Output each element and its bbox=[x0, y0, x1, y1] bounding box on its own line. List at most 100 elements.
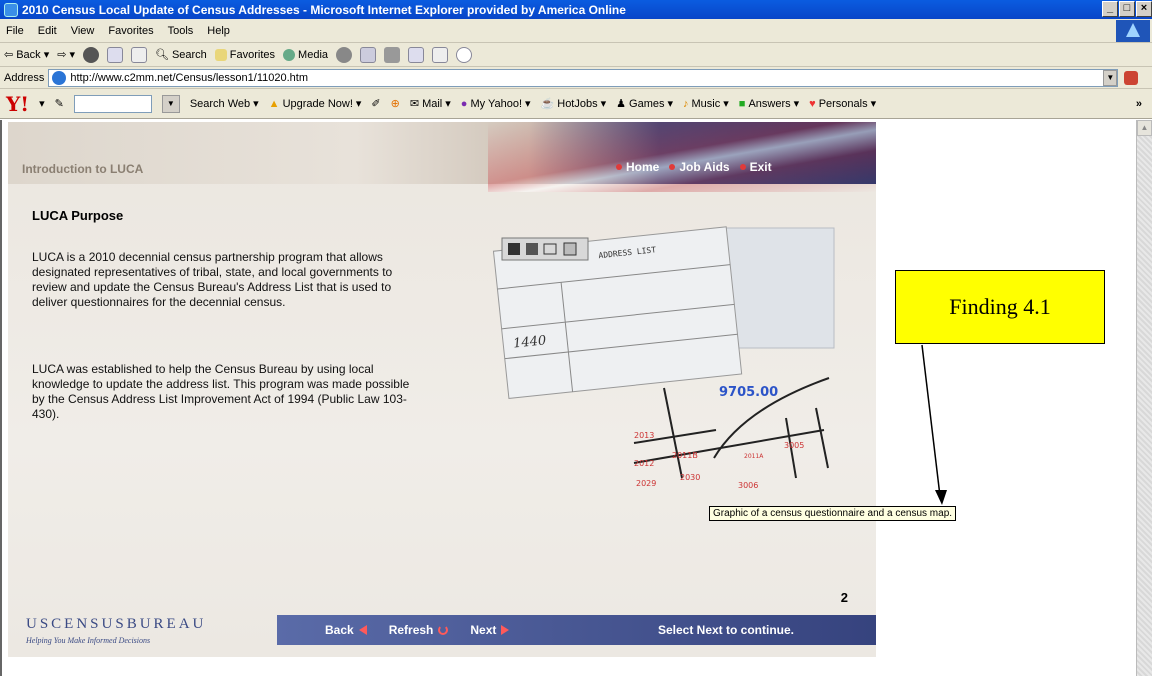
star-folder-icon bbox=[214, 48, 227, 61]
favorites-button[interactable]: Favorites bbox=[214, 48, 276, 61]
search-label: Search bbox=[171, 48, 207, 61]
home-link[interactable]: Home bbox=[616, 160, 659, 174]
back-arrow-icon: ⇦ bbox=[4, 49, 14, 61]
address-dropdown-button[interactable]: ▼ bbox=[1103, 69, 1118, 86]
games-icon: ♟ bbox=[616, 98, 627, 110]
chevron-down-icon[interactable]: ▾ bbox=[39, 97, 45, 110]
back-button[interactable]: ⇦ Back ▾ bbox=[4, 48, 49, 62]
chevron-down-icon: ▾ bbox=[69, 49, 75, 61]
close-button[interactable]: × bbox=[1136, 1, 1152, 17]
refresh-icon[interactable] bbox=[106, 46, 123, 63]
heart-icon: ♥ bbox=[809, 97, 816, 110]
bullet-icon bbox=[739, 164, 746, 170]
menu-edit[interactable]: Edit bbox=[38, 25, 57, 37]
aol-icon[interactable] bbox=[1124, 70, 1139, 85]
messenger-icon[interactable] bbox=[456, 46, 473, 63]
bullet-icon bbox=[669, 164, 676, 170]
menu-view[interactable]: View bbox=[71, 25, 95, 37]
search-web-button[interactable]: Search Web ▾ bbox=[189, 97, 259, 111]
job-aids-link[interactable]: Job Aids bbox=[669, 160, 730, 174]
mail-icon: ✉ bbox=[409, 98, 420, 110]
music-label: Music bbox=[691, 97, 721, 110]
luca-course-frame: Introduction to LUCA Home Job Aids Exit … bbox=[8, 122, 876, 657]
continue-hint: Select Next to continue. bbox=[657, 623, 794, 637]
mail-icon[interactable] bbox=[360, 46, 377, 63]
map-label-2030: 2030 bbox=[680, 473, 700, 482]
chevron-down-icon: ▾ bbox=[525, 98, 531, 110]
page-heading: LUCA Purpose bbox=[32, 208, 124, 223]
finding-callout: Finding 4.1 bbox=[895, 270, 1105, 344]
maximize-button[interactable]: □ bbox=[1119, 1, 1135, 17]
media-icon bbox=[283, 48, 296, 61]
forward-button[interactable]: ⇨ ▾ bbox=[57, 48, 75, 61]
my-yahoo-label: My Yahoo! bbox=[470, 97, 523, 110]
menu-file[interactable]: File bbox=[6, 25, 24, 37]
personals-label: Personals bbox=[818, 97, 868, 110]
back-arrow-icon bbox=[358, 625, 367, 635]
pencil-icon[interactable]: ✎ bbox=[55, 97, 64, 110]
vertical-scrollbar[interactable]: ▲ bbox=[1136, 120, 1152, 676]
map-label-2013: 2013 bbox=[634, 431, 654, 440]
bullet-icon bbox=[616, 164, 622, 170]
history-icon[interactable] bbox=[336, 46, 353, 63]
chevron-down-icon: ▾ bbox=[355, 98, 362, 110]
image-icon[interactable] bbox=[563, 242, 577, 256]
tract-number: 9705.00 bbox=[719, 385, 778, 400]
exit-link[interactable]: Exit bbox=[739, 160, 772, 174]
next-label: Next bbox=[470, 623, 497, 637]
upgrade-button[interactable]: ▲ Upgrade Now! ▾ bbox=[268, 97, 362, 111]
menu-tools[interactable]: Tools bbox=[168, 25, 194, 37]
map-label-2012: 2012 bbox=[634, 459, 654, 468]
scroll-up-button[interactable]: ▲ bbox=[1137, 120, 1152, 136]
games-label: Games bbox=[629, 97, 665, 110]
address-input[interactable]: http://www.c2mm.net/Census/lesson1/11020… bbox=[48, 68, 1119, 87]
favorites-label: Favorites bbox=[229, 48, 276, 61]
home-icon[interactable] bbox=[130, 46, 147, 63]
save-icon[interactable] bbox=[508, 243, 520, 255]
highlight-icon[interactable]: ✐ bbox=[371, 97, 380, 110]
crosshair-icon[interactable]: ⊕ bbox=[391, 97, 400, 110]
graphic-tooltip: Graphic of a census questionnaire and a … bbox=[709, 506, 957, 521]
print-icon[interactable] bbox=[384, 46, 401, 63]
yahoo-search-input[interactable] bbox=[73, 94, 152, 113]
refresh-icon bbox=[438, 625, 449, 635]
answers-button[interactable]: ■ Answers ▾ bbox=[739, 97, 800, 111]
search-button[interactable]: 🔍︎ Search bbox=[155, 48, 207, 62]
job-aids-label: Job Aids bbox=[679, 160, 730, 174]
hotjobs-button[interactable]: ☕ HotJobs ▾ bbox=[541, 97, 607, 111]
back-button[interactable]: Back bbox=[325, 623, 367, 637]
course-footer-nav: Back Refresh Next Select Next to continu… bbox=[277, 615, 876, 645]
refresh-button[interactable]: Refresh bbox=[389, 623, 449, 637]
games-button[interactable]: ♟ Games ▾ bbox=[616, 97, 673, 111]
discuss-icon[interactable] bbox=[432, 46, 449, 63]
census-bureau-logo: USCENSUSBUREAU bbox=[26, 616, 207, 632]
chevron-down-icon: ▾ bbox=[600, 98, 607, 110]
page-icon bbox=[52, 70, 67, 85]
course-title: Introduction to LUCA bbox=[22, 162, 144, 176]
address-url: http://www.c2mm.net/Census/lesson1/11020… bbox=[70, 71, 308, 84]
paragraph-purpose: LUCA is a 2010 decennial census partners… bbox=[32, 250, 393, 309]
media-button[interactable]: Media bbox=[283, 48, 329, 61]
chevron-down-icon: ▾ bbox=[793, 98, 800, 110]
menu-help[interactable]: Help bbox=[207, 25, 230, 37]
media-label: Media bbox=[298, 48, 329, 61]
edit-icon[interactable] bbox=[408, 46, 425, 63]
personals-button[interactable]: ♥ Personals ▾ bbox=[809, 97, 877, 111]
stop-icon[interactable] bbox=[82, 46, 99, 63]
music-button[interactable]: ♪ Music ▾ bbox=[683, 97, 729, 111]
my-yahoo-icon: ● bbox=[460, 97, 468, 110]
back-label: Back bbox=[16, 48, 41, 61]
yahoo-logo[interactable]: Y! bbox=[6, 92, 29, 116]
search-web-label: Search Web bbox=[189, 97, 251, 110]
mail-button[interactable]: ✉ Mail ▾ bbox=[409, 97, 451, 111]
chevron-down-icon: ▾ bbox=[870, 98, 877, 110]
yahoo-search-dropdown[interactable]: ▼ bbox=[161, 94, 180, 113]
print-icon[interactable] bbox=[526, 243, 538, 255]
menu-favorites[interactable]: Favorites bbox=[108, 25, 153, 37]
warning-icon: ▲ bbox=[268, 97, 280, 110]
course-nav: Home Job Aids Exit bbox=[616, 160, 772, 174]
more-chevron-icon[interactable]: » bbox=[1136, 98, 1142, 110]
my-yahoo-button[interactable]: ● My Yahoo! ▾ bbox=[460, 97, 531, 111]
next-button[interactable]: Next bbox=[470, 623, 510, 637]
minimize-button[interactable]: _ bbox=[1102, 1, 1118, 17]
